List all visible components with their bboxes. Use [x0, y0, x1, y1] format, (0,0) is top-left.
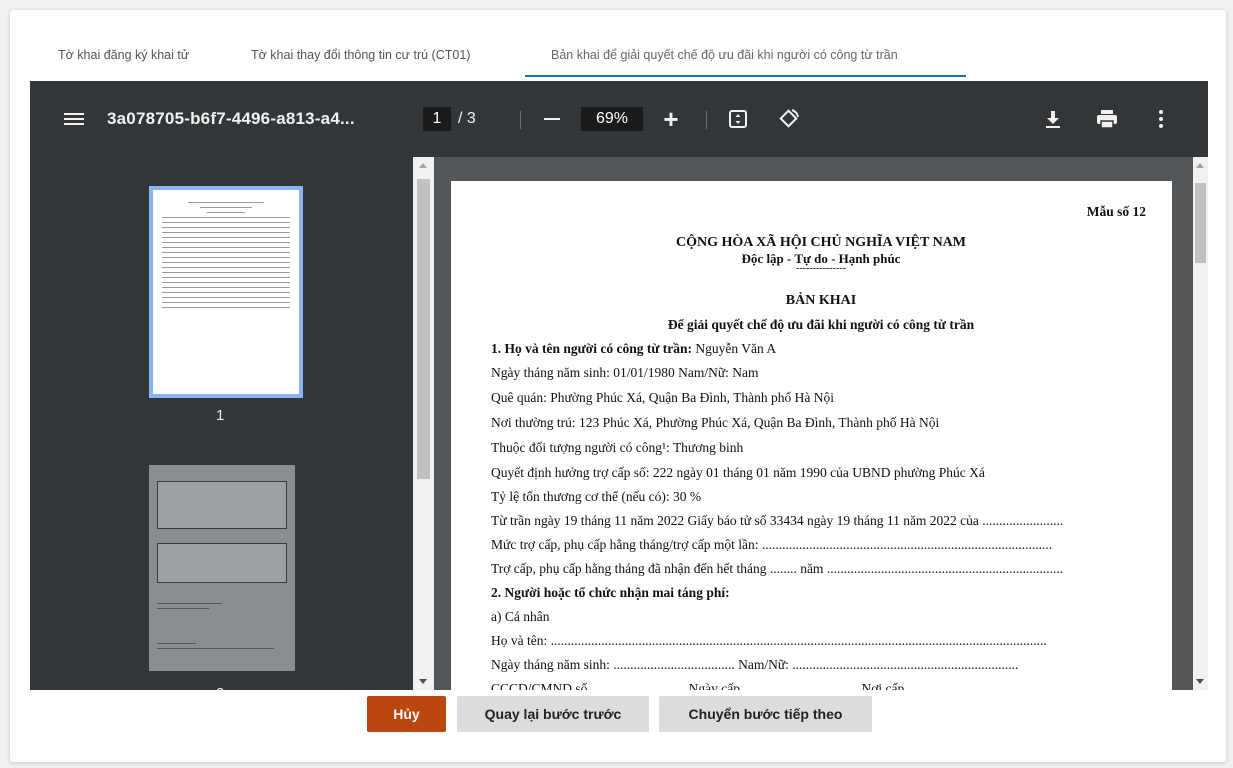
- scroll-down-icon[interactable]: [419, 679, 427, 684]
- scrollbar-thumb[interactable]: [1195, 183, 1206, 263]
- page-number-input[interactable]: 1: [423, 107, 451, 131]
- fullname-line: Họ và tên: .............................…: [491, 633, 1047, 648]
- id-line: CCCD/CMND số ...........................…: [491, 681, 1016, 690]
- section-1-label: 1. Họ và tên người có công từ trần:: [491, 341, 693, 356]
- tab-merit-declaration[interactable]: Bản khai để giải quyết chế độ ưu đãi khi…: [551, 48, 898, 62]
- heading-rule: ---------------: [796, 263, 846, 274]
- active-tab-indicator: [525, 75, 966, 77]
- form-number: Mẫu số 12: [1086, 204, 1146, 219]
- scroll-up-icon[interactable]: [1196, 163, 1204, 168]
- fit-page-icon[interactable]: [728, 107, 748, 131]
- form-card: Tờ khai đăng ký khai tử Tờ khai thay đổi…: [10, 10, 1226, 762]
- scroll-up-icon[interactable]: [419, 163, 427, 168]
- residence-line: Nơi thường trú: 123 Phúc Xá, Phường Phúc…: [491, 415, 940, 430]
- thumbnail-scrollbar[interactable]: [413, 157, 434, 690]
- individual-line: a) Cá nhân: [491, 609, 550, 624]
- thumbnail-page-2[interactable]: [149, 465, 295, 671]
- zoom-in-icon[interactable]: +: [660, 104, 682, 134]
- dob2-line: Ngày tháng năm sinh: ...................…: [491, 657, 1019, 672]
- thumbnail-page-1[interactable]: [149, 186, 303, 398]
- group-line: Thuộc đối tượng người có công¹: Thương b…: [491, 440, 744, 455]
- rotate-icon[interactable]: [778, 107, 800, 131]
- menu-icon[interactable]: [64, 107, 88, 131]
- thumbnail-label: 2: [216, 685, 224, 690]
- thumbnail-sidebar: 1 2: [30, 157, 434, 690]
- allowance-line: Mức trợ cấp, phụ cấp hằng tháng/trợ cấp …: [491, 537, 1053, 552]
- zoom-out-icon[interactable]: [544, 107, 564, 131]
- decision-line: Quyết định hưởng trợ cấp số: 222 ngày 01…: [491, 465, 985, 480]
- scrollbar-thumb[interactable]: [417, 179, 430, 479]
- injury-line: Tỷ lệ tổn thương cơ thể (nếu có): 30 %: [491, 489, 702, 504]
- more-icon[interactable]: [1156, 107, 1166, 131]
- hometown-line: Quê quán: Phường Phúc Xá, Quận Ba Đình, …: [491, 390, 835, 405]
- document-title: 3a078705-b6f7-4496-a813-a4...: [107, 109, 355, 128]
- back-button[interactable]: Quay lại bước trước: [457, 696, 649, 732]
- received-line: Trợ cấp, phụ cấp hằng tháng đã nhận đến …: [491, 561, 1064, 576]
- tab-residence-change[interactable]: Tờ khai thay đổi thông tin cư trú (CT01): [251, 48, 470, 62]
- pdf-toolbar: 3a078705-b6f7-4496-a813-a4... 1 / 3 69% …: [30, 81, 1208, 157]
- page-total: / 3: [458, 110, 476, 127]
- document-title-heading: BẢN KHAI: [785, 293, 857, 308]
- page-scrollbar[interactable]: [1193, 157, 1208, 690]
- tab-death-registration[interactable]: Tờ khai đăng ký khai tử: [58, 48, 189, 62]
- zoom-input[interactable]: 69%: [581, 107, 643, 131]
- deceased-name: Nguyễn Văn A: [692, 341, 777, 356]
- toolbar-divider: [706, 111, 707, 129]
- document-page: Mẫu số 12 CỘNG HÒA XÃ HỘI CHỦ NGHĨA VIỆT…: [451, 181, 1172, 690]
- section-1-line: 1. Họ và tên người có công từ trần: Nguy…: [491, 341, 776, 357]
- scroll-down-icon[interactable]: [1196, 679, 1204, 684]
- pdf-viewer: 3a078705-b6f7-4496-a813-a4... 1 / 3 69% …: [30, 81, 1208, 690]
- print-icon[interactable]: [1096, 107, 1120, 131]
- dob-line: Ngày tháng năm sinh: 01/01/1980 Nam/Nữ: …: [491, 365, 759, 380]
- death-line: Từ trần ngày 19 tháng 11 năm 2022 Giấy b…: [491, 513, 1064, 528]
- cancel-button[interactable]: Hủy: [367, 696, 446, 732]
- next-step-button[interactable]: Chuyển bước tiếp theo: [659, 696, 872, 732]
- download-icon[interactable]: [1043, 107, 1063, 131]
- toolbar-divider: [520, 111, 521, 129]
- tab-bar: Tờ khai đăng ký khai tử Tờ khai thay đổi…: [10, 10, 1226, 78]
- republic-heading: CỘNG HÒA XÃ HỘI CHỦ NGHĨA VIỆT NAM: [675, 235, 966, 250]
- thumbnail-label: 1: [216, 407, 225, 424]
- document-subtitle: Để giải quyết chế độ ưu đãi khi người có…: [667, 317, 975, 332]
- section-2-label: 2. Người hoặc tổ chức nhận mai táng phí:: [491, 585, 730, 600]
